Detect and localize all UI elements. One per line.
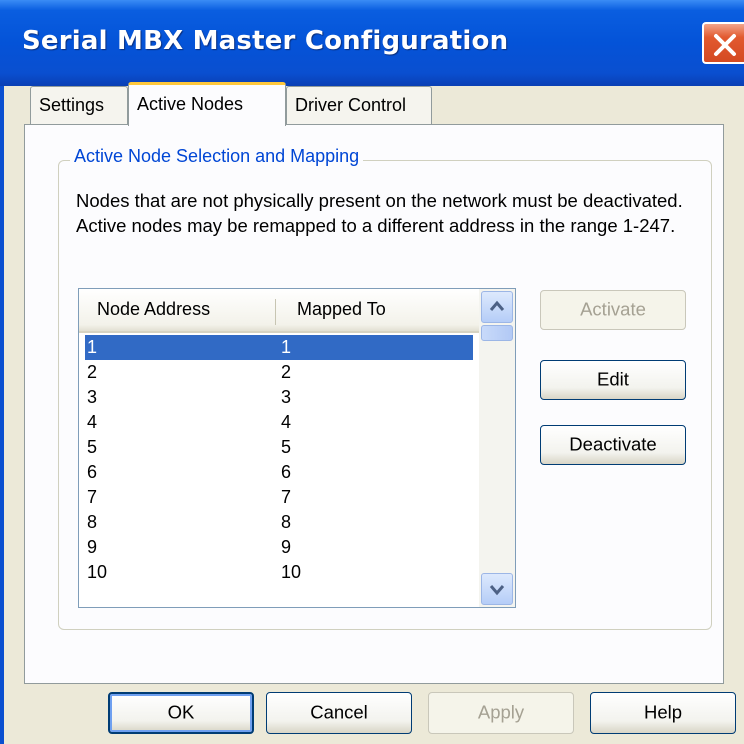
group-title: Active Node Selection and Mapping [70,146,364,167]
scroll-up-button[interactable] [481,291,513,323]
node-address: 9 [87,537,98,557]
list-item[interactable]: 7 7 [85,485,473,510]
tab-settings[interactable]: Settings [30,86,128,124]
tab-active-nodes-label: Active Nodes [137,94,244,114]
column-header-node-address[interactable]: Node Address [97,299,210,320]
edit-button-label: Edit [597,368,629,390]
list-item[interactable]: 4 4 [85,410,473,435]
tab-active-nodes[interactable]: Active Nodes [128,82,286,126]
scroll-thumb[interactable] [481,325,513,341]
cancel-button[interactable]: Cancel [266,692,412,734]
cancel-button-label: Cancel [310,701,368,723]
mapped-to: 10 [281,562,302,582]
close-icon [714,34,736,56]
mapped-to: 1 [281,337,292,357]
ok-button-label: OK [167,701,195,723]
deactivate-button[interactable]: Deactivate [540,425,686,465]
node-address: 8 [87,512,98,532]
node-address: 5 [87,437,98,457]
list-item[interactable]: 10 10 [85,560,473,585]
node-address: 7 [87,487,98,507]
scroll-down-button[interactable] [481,573,513,605]
activate-button-label: Activate [580,298,646,320]
node-list[interactable]: Node Address Mapped To 1 1 2 2 3 3 4 4 5… [78,288,516,608]
vertical-scrollbar[interactable] [479,289,515,607]
mapped-to: 9 [281,537,292,557]
node-address: 2 [87,362,98,382]
list-header: Node Address Mapped To [79,289,479,333]
list-item[interactable]: 6 6 [85,460,473,485]
tab-settings-label: Settings [39,95,105,115]
node-address: 10 [87,562,108,582]
node-address: 1 [87,337,98,357]
mapped-to: 4 [281,412,292,432]
list-item[interactable]: 9 9 [85,535,473,560]
help-button-label: Help [643,701,683,723]
tab-driver-control-label: Driver Control [295,95,407,115]
apply-button[interactable]: Apply [428,692,574,734]
deactivate-button-label: Deactivate [569,433,657,455]
node-address: 3 [87,387,98,407]
chevron-down-icon [489,585,505,596]
list-item[interactable]: 3 3 [85,385,473,410]
edit-button[interactable]: Edit [540,360,686,400]
window-title: Serial MBX Master Configuration [22,26,509,56]
ok-button[interactable]: OK [108,692,254,734]
mapped-to: 7 [281,487,292,507]
mapped-to: 5 [281,437,292,457]
group-description: Nodes that are not physically present on… [76,190,683,236]
node-address: 6 [87,462,98,482]
dialog-window: Serial MBX Master Configuration Settings… [0,0,744,744]
list-item[interactable]: 5 5 [85,435,473,460]
list-item[interactable]: 8 8 [85,510,473,535]
node-address: 4 [87,412,98,432]
title-bar[interactable]: Serial MBX Master Configuration [0,0,744,86]
apply-button-label: Apply [477,701,525,723]
mapped-to: 8 [281,512,292,532]
list-item[interactable]: 1 1 [85,335,473,360]
tab-driver-control[interactable]: Driver Control [286,86,432,124]
column-separator[interactable] [275,299,276,325]
mapped-to: 6 [281,462,292,482]
activate-button[interactable]: Activate [540,290,686,330]
close-button[interactable] [702,22,744,64]
list-item[interactable]: 2 2 [85,360,473,385]
column-header-mapped-to[interactable]: Mapped To [297,299,386,320]
help-button[interactable]: Help [590,692,736,734]
chevron-up-icon [489,300,505,311]
mapped-to: 2 [281,362,292,382]
mapped-to: 3 [281,387,292,407]
